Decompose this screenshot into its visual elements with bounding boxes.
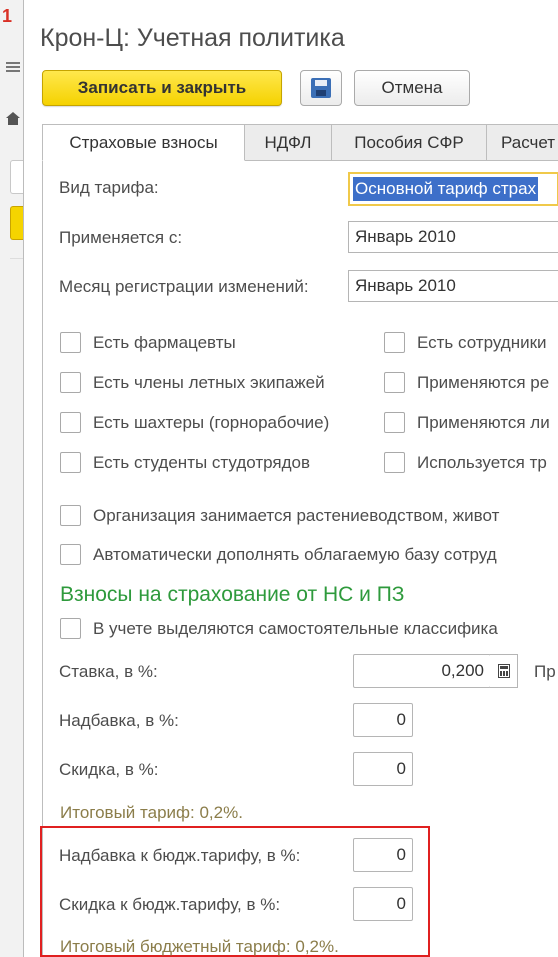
window-title: Крон-Ц: Учетная политика bbox=[40, 24, 345, 52]
checkbox-label: Используется тр bbox=[417, 452, 547, 472]
checkbox-applied-li[interactable]: Применяются ли bbox=[384, 412, 550, 433]
checkbox-box[interactable] bbox=[60, 332, 81, 353]
rate-input[interactable]: 0,200 bbox=[353, 654, 491, 688]
calculator-icon bbox=[497, 664, 510, 678]
checkbox-box[interactable] bbox=[384, 372, 405, 393]
budget-discount-input[interactable]: 0 bbox=[353, 887, 413, 921]
tab-calculation[interactable]: Расчет bbox=[486, 124, 558, 161]
checkbox-used-tr[interactable]: Используется тр bbox=[384, 452, 547, 473]
tariff-type-value: Основной тариф страх bbox=[353, 177, 539, 201]
surcharge-label: Надбавка, в %: bbox=[59, 711, 179, 730]
total-tariff-text: Итоговый тариф: 0,2%. bbox=[60, 803, 243, 822]
checkbox-box[interactable] bbox=[60, 505, 81, 526]
checkbox-employees[interactable]: Есть сотрудники bbox=[384, 332, 547, 353]
checkbox-pharmacists[interactable]: Есть фармацевты bbox=[60, 332, 236, 353]
app-logo: 1 bbox=[2, 6, 13, 26]
checkbox-label: В учете выделяются самостоятельные класс… bbox=[93, 618, 498, 638]
checkbox-crop-production[interactable]: Организация занимается растениеводством,… bbox=[60, 505, 499, 526]
tab-sfr-benefits[interactable]: Пособия СФР bbox=[331, 124, 487, 161]
checkbox-box[interactable] bbox=[60, 618, 81, 639]
tab-bar: Страховые взносы НДФЛ Пособия СФР Расчет bbox=[42, 124, 558, 161]
calculator-button[interactable] bbox=[490, 654, 518, 688]
checkbox-miners[interactable]: Есть шахтеры (горнорабочие) bbox=[60, 412, 329, 433]
rate-side-label: Пр bbox=[534, 662, 556, 681]
registration-month-field[interactable]: Январь 2010 bbox=[348, 270, 558, 302]
checkbox-applied-re[interactable]: Применяются ре bbox=[384, 372, 549, 393]
ns-pz-section-title: Взносы на страхование от НС и ПЗ bbox=[60, 583, 405, 606]
floppy-disk-icon bbox=[311, 78, 331, 98]
budget-surcharge-label: Надбавка к бюдж.тарифу, в %: bbox=[59, 846, 301, 865]
tab-ndfl[interactable]: НДФЛ bbox=[244, 124, 332, 161]
cancel-button[interactable]: Отмена bbox=[354, 70, 470, 106]
budget-discount-label: Скидка к бюдж.тарифу, в %: bbox=[59, 895, 281, 914]
checkbox-flight-crew[interactable]: Есть члены летных экипажей bbox=[60, 372, 325, 393]
checkbox-label: Организация занимается растениеводством,… bbox=[93, 505, 500, 525]
checkbox-auto-extend-base[interactable]: Автоматически дополнять облагаемую базу … bbox=[60, 544, 497, 565]
applied-from-field[interactable]: Январь 2010 bbox=[348, 221, 558, 253]
save-button[interactable] bbox=[300, 70, 342, 106]
budget-surcharge-input[interactable]: 0 bbox=[353, 838, 413, 872]
checkbox-box[interactable] bbox=[60, 412, 81, 433]
save-and-close-button[interactable]: Записать и закрыть bbox=[42, 70, 282, 106]
background-field bbox=[10, 160, 24, 194]
accounting-policy-window: Крон-Ц: Учетная политика Записать и закр… bbox=[23, 0, 558, 957]
checkbox-box[interactable] bbox=[384, 452, 405, 473]
tariff-type-label: Вид тарифа: bbox=[59, 178, 159, 197]
checkbox-box[interactable] bbox=[60, 452, 81, 473]
background-divider bbox=[10, 258, 24, 298]
checkbox-label: Есть фармацевты bbox=[93, 332, 236, 352]
menu-icon[interactable] bbox=[6, 60, 20, 74]
background-app-strip: 1 bbox=[0, 0, 24, 957]
checkbox-label: Применяются ре bbox=[417, 372, 550, 392]
checkbox-box[interactable] bbox=[60, 544, 81, 565]
tab-insurance-contributions[interactable]: Страховые взносы bbox=[42, 124, 245, 161]
checkbox-students[interactable]: Есть студенты студотрядов bbox=[60, 452, 310, 473]
checkbox-label: Есть шахтеры (горнорабочие) bbox=[93, 412, 330, 432]
checkbox-box[interactable] bbox=[60, 372, 81, 393]
total-budget-tariff-text: Итоговый бюджетный тариф: 0,2%. bbox=[60, 937, 339, 956]
checkbox-label: Автоматически дополнять облагаемую базу … bbox=[93, 544, 497, 564]
rate-label: Ставка, в %: bbox=[59, 662, 158, 681]
surcharge-input[interactable]: 0 bbox=[353, 703, 413, 737]
checkbox-label: Применяются ли bbox=[417, 412, 550, 432]
checkbox-separate-classes[interactable]: В учете выделяются самостоятельные класс… bbox=[60, 618, 498, 639]
home-icon[interactable] bbox=[6, 112, 20, 126]
applied-from-label: Применяется с: bbox=[59, 228, 183, 247]
checkbox-box[interactable] bbox=[384, 412, 405, 433]
discount-label: Скидка, в %: bbox=[59, 760, 159, 779]
checkbox-box[interactable] bbox=[384, 332, 405, 353]
tariff-type-field[interactable]: Основной тариф страх bbox=[348, 172, 558, 206]
checkbox-label: Есть члены летных экипажей bbox=[93, 372, 325, 392]
checkbox-label: Есть студенты студотрядов bbox=[93, 452, 310, 472]
checkbox-label: Есть сотрудники bbox=[417, 332, 547, 352]
registration-month-label: Месяц регистрации изменений: bbox=[59, 277, 309, 296]
background-button bbox=[10, 206, 24, 240]
discount-input[interactable]: 0 bbox=[353, 752, 413, 786]
